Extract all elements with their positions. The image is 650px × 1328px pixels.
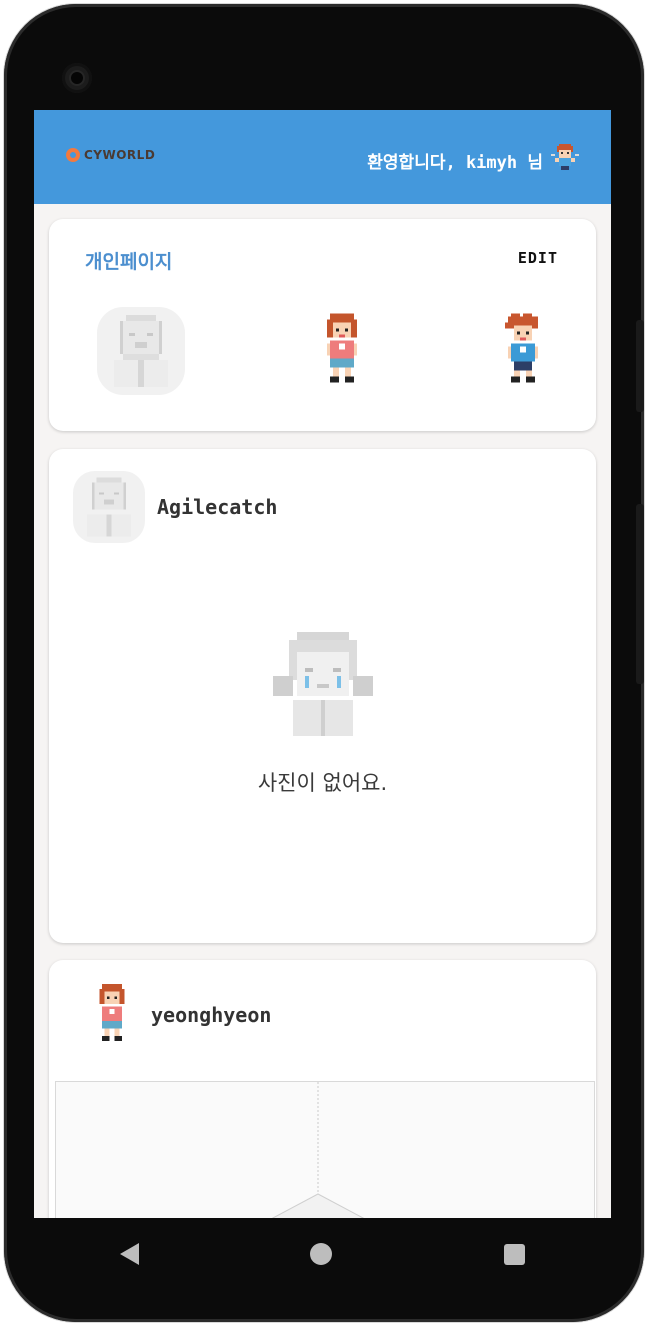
girl-minime-icon[interactable]: [318, 311, 366, 391]
post-photo[interactable]: [55, 1081, 595, 1218]
volume-button: [636, 320, 644, 412]
home-icon[interactable]: [310, 1243, 333, 1265]
android-nav-bar: [34, 1218, 611, 1290]
boy-minime-icon[interactable]: [499, 311, 547, 391]
empty-photo-message: 사진이 없어요.: [257, 771, 388, 795]
post-author-minime-icon[interactable]: [85, 982, 139, 1048]
recent-apps-icon[interactable]: [504, 1243, 526, 1265]
user-minime-icon[interactable]: [549, 142, 581, 179]
app-screen: CYWORLD 환영합니다, kimyh 님 개인페이지 EDIT Agilec…: [34, 110, 611, 1218]
edit-button[interactable]: EDIT: [518, 249, 558, 267]
post-author-avatar-icon[interactable]: [73, 471, 145, 543]
avatar-row: [97, 307, 547, 395]
front-camera: [62, 63, 92, 93]
back-icon[interactable]: [119, 1243, 139, 1265]
default-avatar-icon[interactable]: [97, 307, 185, 395]
welcome-area: 환영합니다, kimyh 님: [367, 142, 581, 179]
post-card: Agilecatch 사진이 없어요.: [49, 449, 596, 943]
post-card-2: yeonghyeon: [49, 960, 596, 1218]
personal-page-card: 개인페이지 EDIT: [49, 219, 596, 431]
personal-page-title: 개인페이지: [85, 251, 173, 273]
top-bar: CYWORLD 환영합니다, kimyh 님: [34, 110, 611, 204]
logo-mark-icon: [66, 148, 80, 162]
post-username-2[interactable]: yeonghyeon: [151, 1003, 271, 1027]
welcome-text: 환영합니다, kimyh 님: [367, 153, 543, 173]
power-button: [636, 504, 644, 684]
photo-placeholder-icon: [271, 1082, 365, 1218]
post-header: Agilecatch: [73, 471, 277, 543]
post-username[interactable]: Agilecatch: [157, 495, 277, 519]
post-header-2: yeonghyeon: [85, 982, 271, 1048]
cyworld-logo[interactable]: CYWORLD: [66, 148, 155, 162]
crying-girl-icon: [269, 627, 377, 741]
empty-photo-state: 사진이 없어요.: [49, 627, 596, 797]
logo-text: CYWORLD: [84, 148, 156, 162]
